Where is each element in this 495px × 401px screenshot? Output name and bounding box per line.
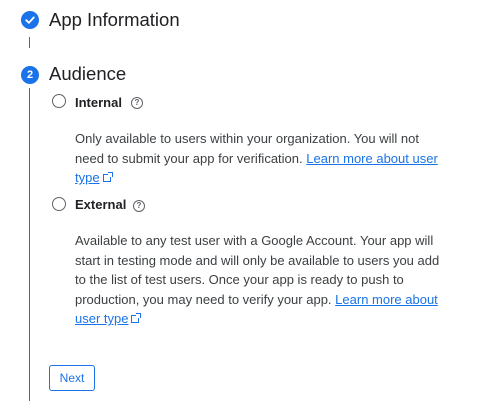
option-description-internal: Only available to users within your orga… — [75, 129, 445, 188]
step-title-audience: Audience — [49, 63, 127, 84]
option-label-external[interactable]: External — [75, 197, 126, 213]
step-title-app-information[interactable]: App Information — [49, 9, 180, 31]
step-connector — [29, 88, 30, 401]
help-icon[interactable]: ? — [131, 97, 143, 109]
step-complete-icon — [21, 11, 39, 29]
oauth-consent-stepper: App Information 2 Audience Internal ? On… — [0, 0, 495, 401]
open-in-new-icon — [102, 172, 113, 183]
radio-internal[interactable] — [52, 94, 66, 108]
option-description-external: Available to any test user with a Google… — [75, 231, 445, 329]
check-icon — [25, 16, 35, 24]
option-label-internal[interactable]: Internal — [75, 95, 122, 111]
step-number-badge: 2 — [21, 66, 39, 84]
help-icon[interactable]: ? — [133, 200, 145, 212]
next-button[interactable]: Next — [49, 365, 95, 391]
open-in-new-icon — [131, 313, 142, 324]
radio-external[interactable] — [52, 197, 66, 211]
step-connector — [29, 37, 30, 48]
